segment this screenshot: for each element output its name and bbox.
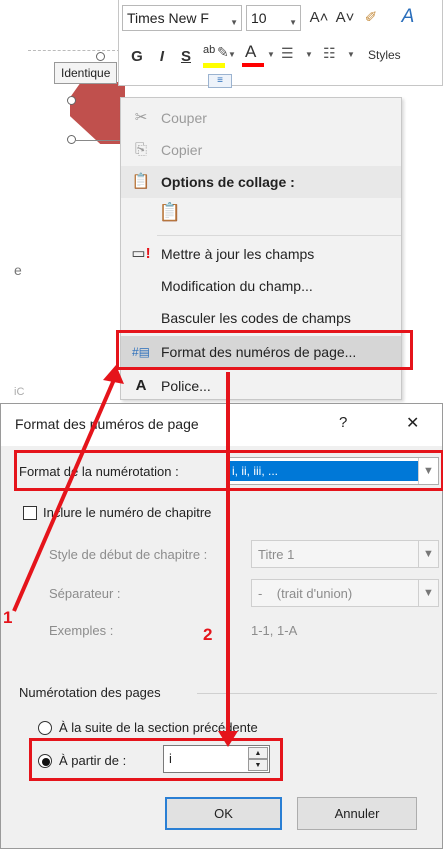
step-1-label: 1 (3, 608, 13, 627)
arrow-2-head (218, 731, 238, 747)
step-2-label: 2 (203, 625, 213, 644)
arrow-1-head (103, 365, 124, 384)
arrow-1-line (12, 374, 118, 612)
annotation-arrows (12, 365, 238, 747)
